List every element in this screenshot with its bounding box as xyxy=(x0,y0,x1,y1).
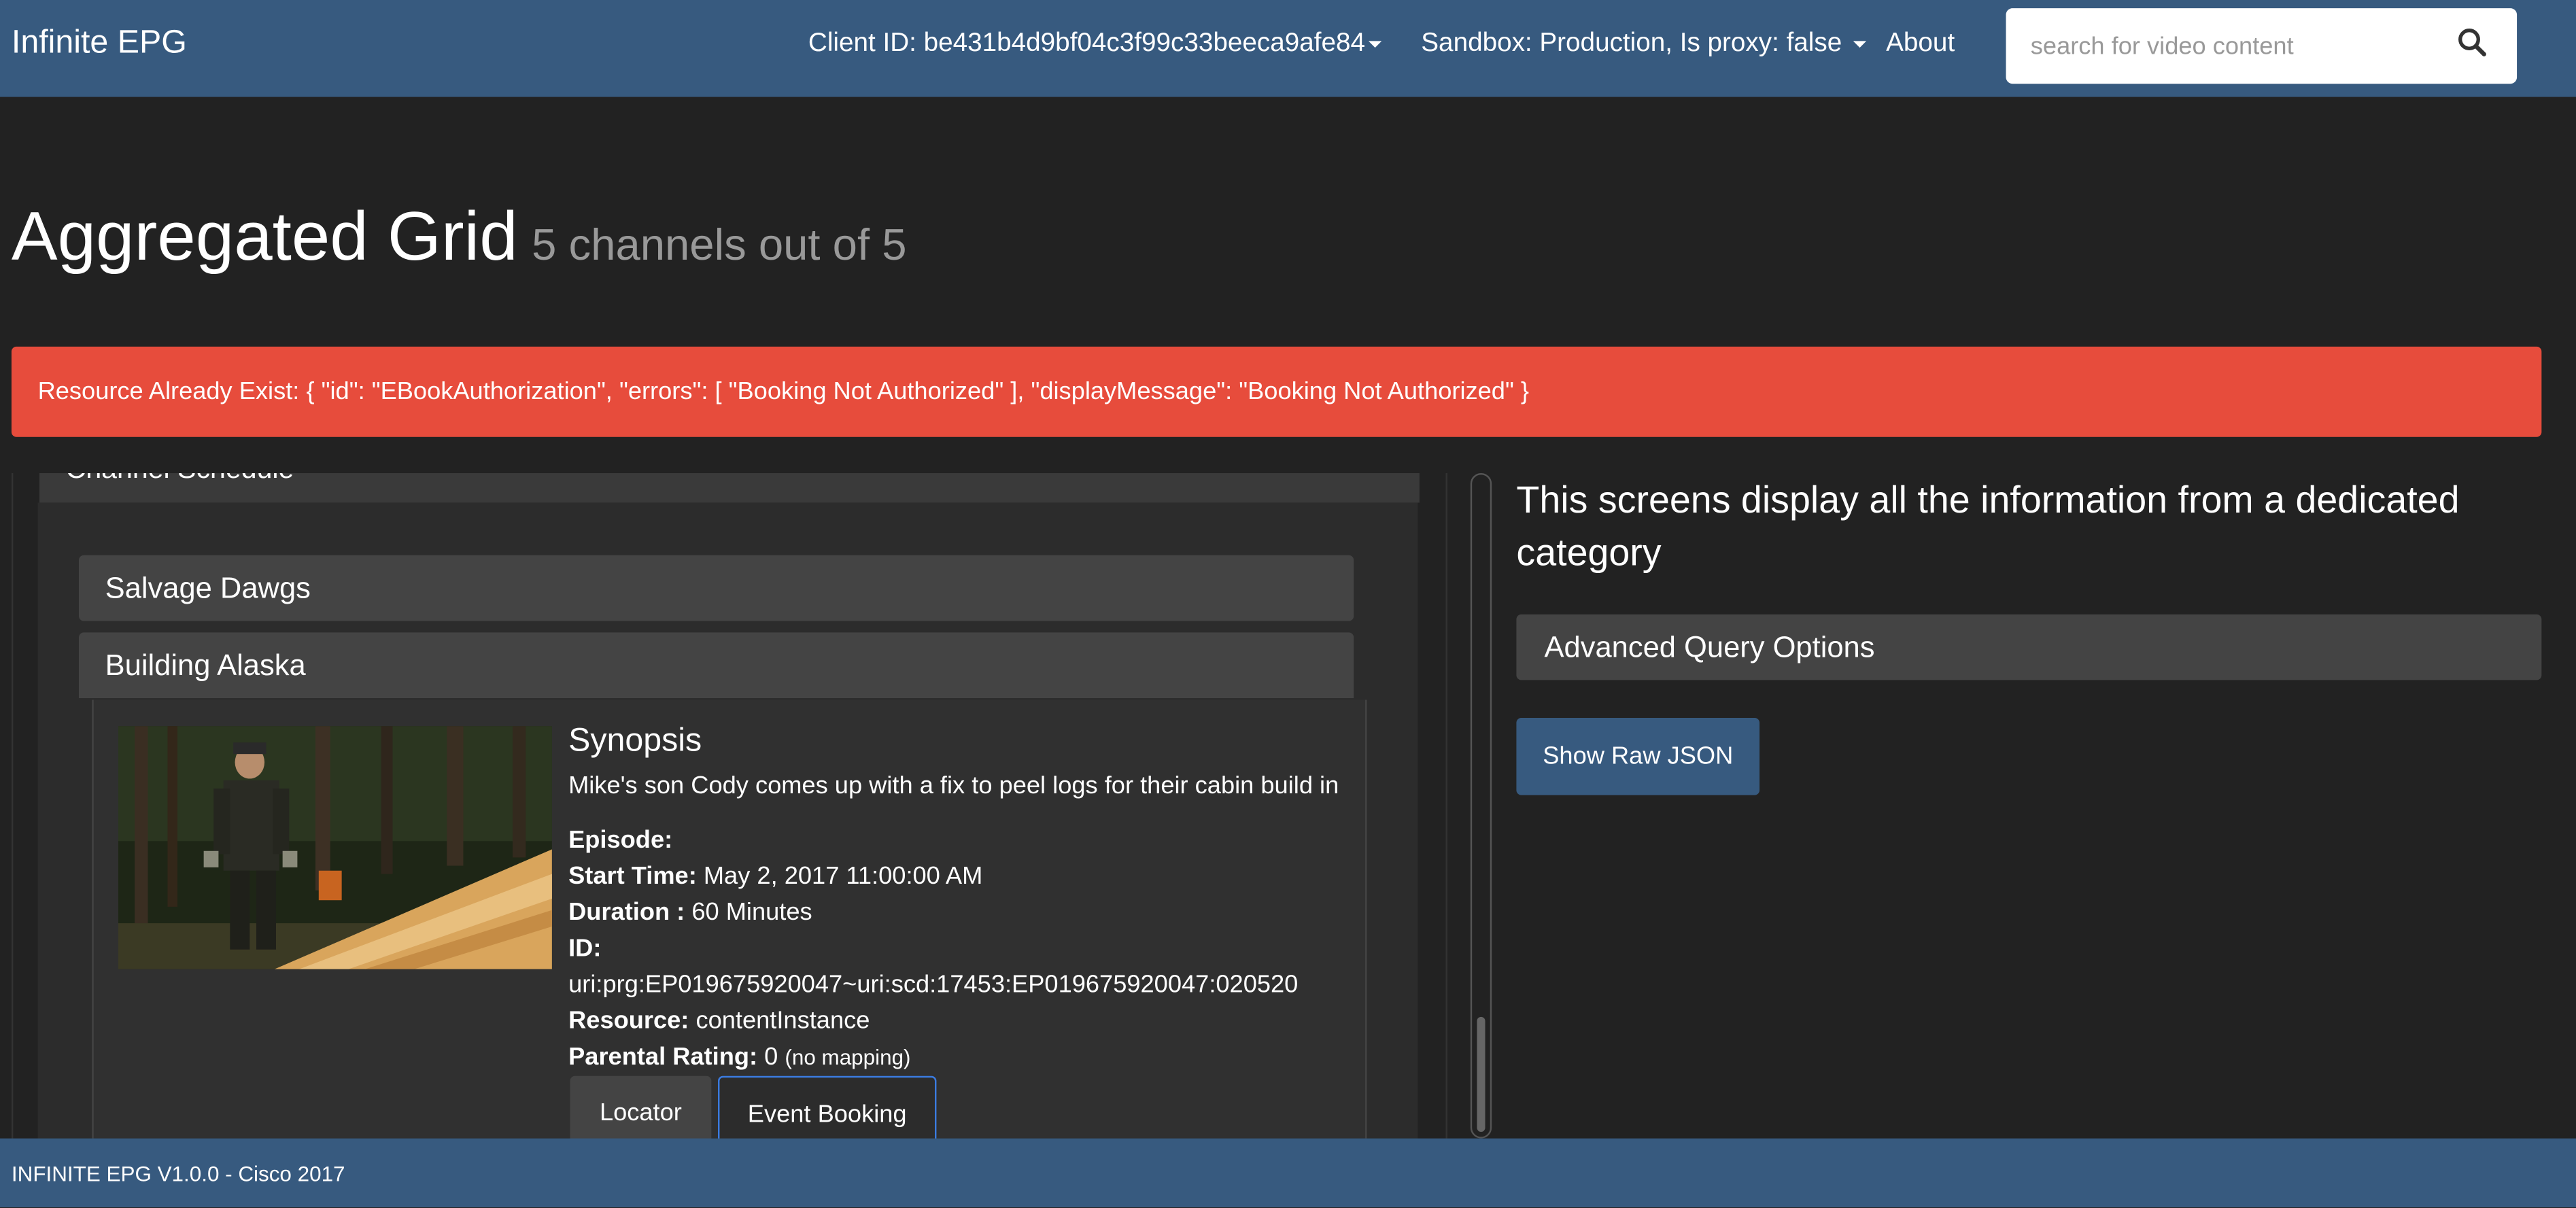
program-title: Salvage Dawgs xyxy=(105,571,311,605)
event-booking-tab[interactable]: Event Booking xyxy=(718,1075,937,1149)
program-thumbnail xyxy=(118,726,552,969)
category-description: This screens display all the information… xyxy=(1516,478,2460,574)
episode-row: Episode: xyxy=(568,826,672,854)
navbar: Infinite EPG Client ID: be431b4d9bf04c3f… xyxy=(0,0,2576,97)
error-alert: Resource Already Exist: { "id": "EBookAu… xyxy=(11,346,2542,437)
search-input[interactable] xyxy=(2006,8,2433,84)
id-value: uri:prg:EP019675920047~uri:scd:17453:EP0… xyxy=(568,971,1299,999)
resource-value: contentInstance xyxy=(695,1007,870,1035)
program-title: Building Alaska xyxy=(105,649,306,682)
locator-tab[interactable]: Locator xyxy=(570,1075,712,1149)
footer-text: INFINITE EPG V1.0.0 - Cisco 2017 xyxy=(11,1161,345,1186)
id-label: ID: xyxy=(568,934,602,963)
locator-tab-label: Locator xyxy=(599,1099,682,1127)
app-root: Infinite EPG Client ID: be431b4d9bf04c3f… xyxy=(0,0,2576,1208)
id-row: ID: xyxy=(568,935,601,963)
parental-rating-value: 0 xyxy=(764,1043,778,1071)
resource-label: Resource: xyxy=(568,1007,689,1035)
search-box xyxy=(2006,8,2518,84)
channel-schedule-header[interactable]: Channel Schedule xyxy=(39,472,1420,503)
parental-rating-row: Parental Rating: 0 (no mapping) xyxy=(568,1043,910,1071)
page-title: Aggregated Grid 5 channels out of 5 xyxy=(12,197,907,276)
event-booking-tab-label: Event Booking xyxy=(747,1101,907,1129)
page-title-text: Aggregated Grid xyxy=(11,196,518,275)
page-subtitle: 5 channels out of 5 xyxy=(532,220,907,270)
footer: INFINITE EPG V1.0.0 - Cisco 2017 xyxy=(0,1138,2576,1208)
sandbox-dropdown[interactable]: Sandbox: Production, Is proxy: false xyxy=(1421,29,1866,58)
scrollbar-thumb[interactable] xyxy=(1477,1016,1486,1132)
show-raw-json-label: Show Raw JSON xyxy=(1543,742,1734,771)
caret-down-icon xyxy=(1368,40,1382,48)
program-item[interactable]: Salvage Dawgs xyxy=(78,555,1354,621)
duration-label: Duration : xyxy=(568,898,685,927)
advanced-query-options-panel[interactable]: Advanced Query Options xyxy=(1516,614,2542,680)
advanced-query-options-title: Advanced Query Options xyxy=(1544,630,1875,664)
channel-schedule-title: Channel Schedule xyxy=(66,473,294,486)
sandbox-label: Sandbox: Production, Is proxy: false xyxy=(1421,29,1842,58)
duration-row: Duration : 60 Minutes xyxy=(568,899,812,927)
start-time-label: Start Time: xyxy=(568,862,697,891)
parental-rating-note: (no mapping) xyxy=(785,1044,911,1070)
panel-scrollbar[interactable] xyxy=(1470,472,1492,1139)
duration-value: 60 Minutes xyxy=(691,898,812,927)
caret-down-icon xyxy=(1852,40,1866,48)
parental-rating-label: Parental Rating: xyxy=(568,1043,758,1071)
synopsis-text: Mike's son Cody comes up with a fix to p… xyxy=(568,772,1339,800)
start-time-row: Start Time: May 2, 2017 11:00:00 AM xyxy=(568,863,982,891)
program-item[interactable]: Building Alaska xyxy=(78,632,1354,699)
brand-link[interactable]: Infinite EPG xyxy=(12,24,187,63)
episode-label: Episode: xyxy=(568,826,673,855)
client-id-dropdown[interactable]: Client ID: be431b4d9bf04c3f99c33beeca9af… xyxy=(808,29,1382,58)
search-icon[interactable] xyxy=(2456,27,2489,59)
error-alert-message: Resource Already Exist: { "id": "EBookAu… xyxy=(37,377,1530,406)
about-link[interactable]: About xyxy=(1886,29,1955,58)
client-id-label: Client ID: be431b4d9bf04c3f99c33beeca9af… xyxy=(808,29,1365,58)
synopsis-heading: Synopsis xyxy=(568,723,702,759)
show-raw-json-button[interactable]: Show Raw JSON xyxy=(1516,718,1760,795)
start-time-value: May 2, 2017 11:00:00 AM xyxy=(703,862,983,891)
resource-row: Resource: contentInstance xyxy=(568,1007,870,1035)
